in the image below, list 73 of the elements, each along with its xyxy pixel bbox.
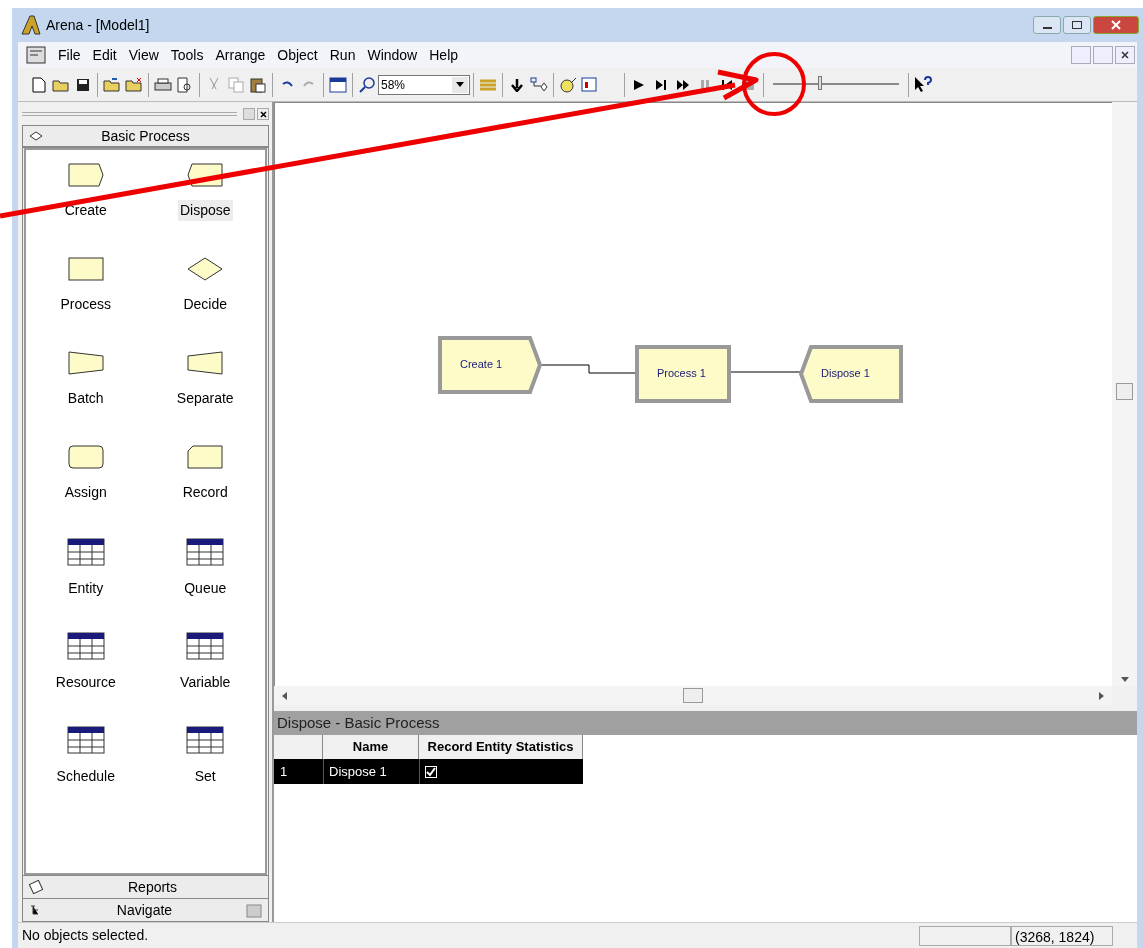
assign-module-icon [66,444,105,470]
scroll-left-icon[interactable] [282,691,287,700]
module-label[interactable]: Record [180,482,230,503]
module-label[interactable]: Schedule [54,766,117,787]
zoom-dropdown[interactable]: 58% [378,74,470,95]
panel-header[interactable]: Basic Process [23,126,268,148]
vertical-scrollbar[interactable] [1112,102,1137,686]
spreadsheet-title: Dispose - Basic Process [274,711,1137,735]
menu-item[interactable]: Window [361,44,424,66]
separate-module-icon [186,350,225,376]
column-header[interactable]: Name [323,735,419,759]
row-number[interactable]: 1 [274,759,323,784]
minimize-button[interactable] [1033,16,1061,34]
menu-item[interactable]: Run [323,44,362,66]
module-label[interactable]: Create [62,200,109,221]
scroll-thumb[interactable] [1116,383,1133,400]
menu-item[interactable]: Object [271,44,324,66]
document-icon[interactable] [26,45,46,65]
menu-item[interactable]: Arrange [209,44,272,66]
panel-close-button[interactable] [257,108,269,120]
menu-item[interactable]: Edit [86,44,123,66]
create-module-icon [66,162,105,188]
menu-item[interactable]: Help [423,44,465,66]
menu-item[interactable]: View [122,44,165,66]
window-title: Arena - [Model1] [46,15,150,35]
module-label[interactable]: Separate [174,388,236,409]
report-icon [29,880,43,894]
scroll-down-icon[interactable] [1120,677,1129,682]
panel-bar[interactable]: Navigate [23,898,268,921]
close-icon [1111,20,1121,30]
caret-icon [456,82,464,87]
module-label[interactable]: Dispose [177,200,233,221]
module-label[interactable]: Process [58,294,114,315]
scroll-right-icon[interactable] [1099,691,1104,700]
module-label[interactable]: Assign [62,482,109,503]
process-module-icon [66,256,105,282]
column-header[interactable]: Record Entity Statistics [419,735,583,759]
status-coordinates: (3268, 1824) [1011,925,1113,946]
batch-module-icon [66,350,105,376]
annotation-circle [742,52,806,116]
app-logo-icon [20,14,42,36]
module-label[interactable]: Resource [53,672,118,693]
panel-bar[interactable]: Reports [23,875,268,898]
close-button[interactable] [1115,46,1135,64]
status-message: No objects selected. [21,926,150,945]
node-label: Process 1 [657,366,706,381]
module-label[interactable]: Decide [181,294,230,315]
decide-module-icon [186,256,225,282]
module-label[interactable]: Batch [65,388,106,409]
data-table-icon [66,726,105,754]
menu-item[interactable]: File [52,44,87,66]
menu-item[interactable]: Tools [164,44,210,66]
header-corner [274,735,323,759]
record-module-icon [186,444,225,470]
scroll-thumb[interactable] [683,688,703,703]
data-table-icon [66,632,105,660]
node-label: Create 1 [460,357,503,372]
diamond-icon [29,131,43,141]
table-cell[interactable]: Dispose 1 [323,759,419,784]
module-label[interactable]: Queue [182,578,229,599]
maximize-button[interactable] [1063,16,1091,34]
module-label[interactable]: Entity [66,578,106,599]
data-table-icon [186,538,225,566]
data-table-icon [186,632,225,660]
horizontal-scrollbar[interactable] [274,686,1112,705]
module-label[interactable]: Variable [178,672,233,693]
node-label: Dispose 1 [821,366,870,381]
checkbox[interactable] [425,765,437,778]
module-label[interactable]: Set [192,766,218,787]
close-icon [1121,51,1129,59]
data-table-icon [186,726,225,754]
panel-thumbnail-icon [246,902,262,918]
data-table-icon [66,538,105,566]
